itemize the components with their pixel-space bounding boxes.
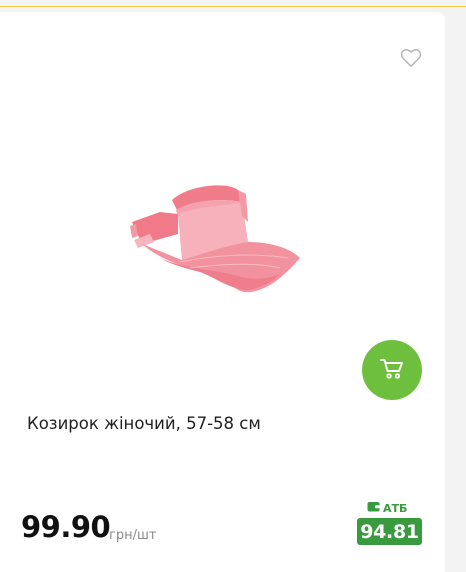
- loyalty-price-badge: 94.81: [357, 518, 422, 545]
- cart-icon: [379, 356, 405, 384]
- add-to-cart-button[interactable]: [362, 340, 422, 400]
- top-divider: [0, 6, 466, 7]
- product-name[interactable]: Козирок жіночий, 57-58 см: [27, 414, 261, 433]
- heart-icon[interactable]: [400, 48, 422, 68]
- price-unit: грн/шт: [109, 528, 157, 543]
- loyalty-label: АТБ: [367, 501, 407, 515]
- product-image[interactable]: [120, 172, 310, 307]
- loyalty-label-text: АТБ: [383, 501, 408, 515]
- price: 99.90: [21, 510, 111, 544]
- wallet-icon: [367, 501, 380, 515]
- product-card[interactable]: Козирок жіночий, 57-58 см: [0, 12, 445, 572]
